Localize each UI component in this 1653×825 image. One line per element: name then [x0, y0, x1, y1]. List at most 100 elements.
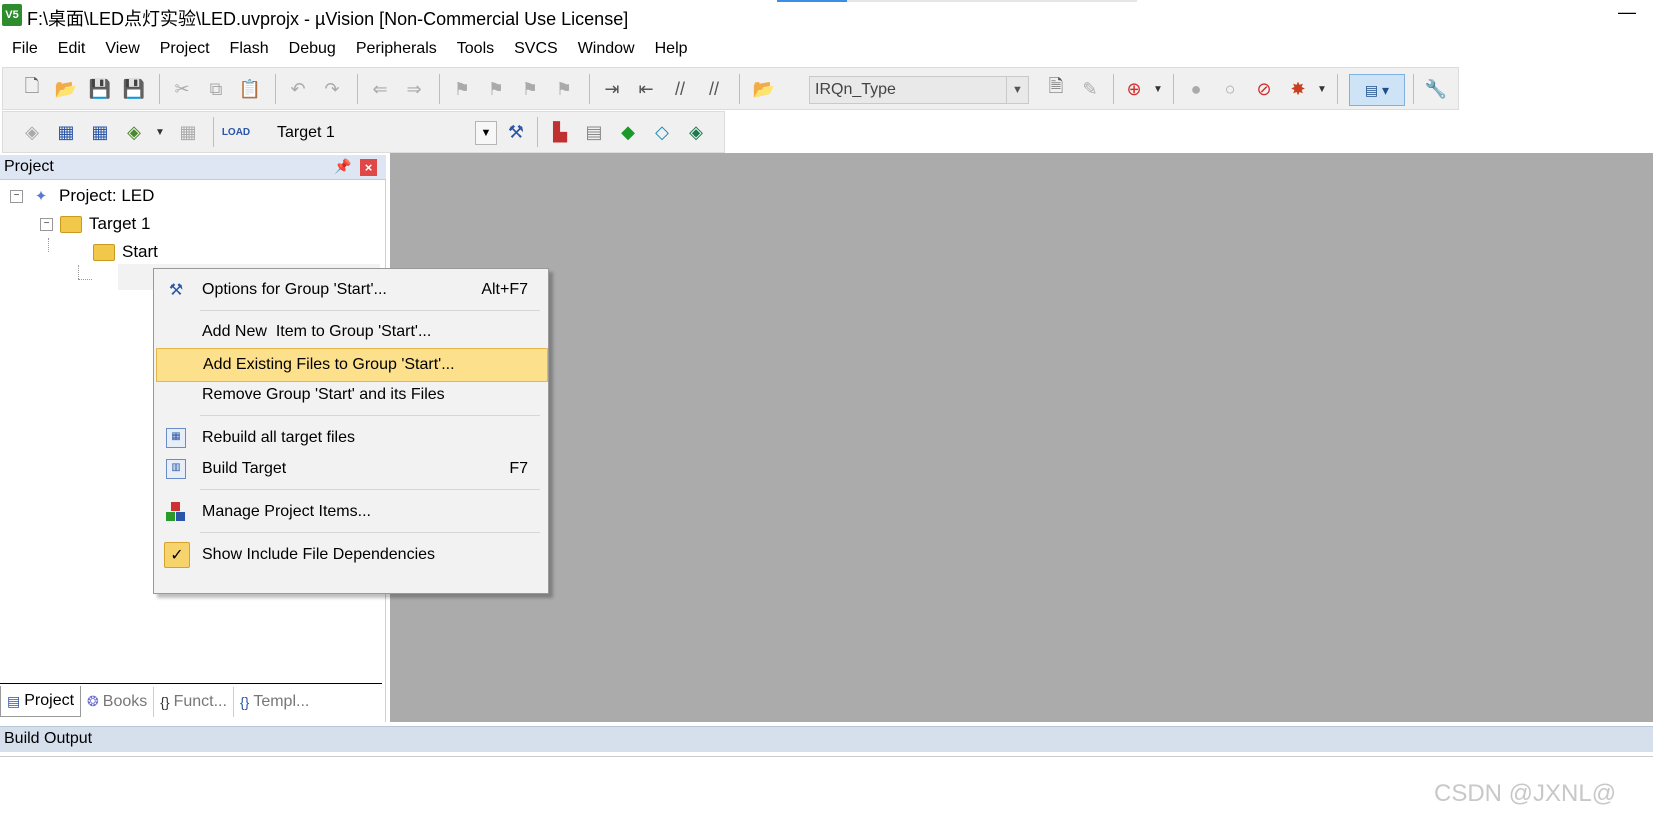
menu-item-remove-group[interactable]: Remove Group 'Start' and its Files	[156, 379, 546, 411]
find-combo-value: IRQn_Type	[815, 81, 896, 98]
debug-session-icon[interactable]: ⊕	[1121, 76, 1147, 102]
target-select[interactable]: Target 1 ▼	[271, 118, 497, 148]
title-bar: V5 F:\桌面\LED点灯实验\LED.uvprojx - µVision […	[0, 0, 1653, 34]
rebuild-icon[interactable]: ▦	[87, 119, 113, 145]
folder-icon	[92, 242, 116, 262]
insert-bookmark-icon[interactable]: ⚑	[449, 76, 475, 102]
incremental-find-icon[interactable]: ✎	[1077, 76, 1103, 102]
find-combo[interactable]: IRQn_Type ▼	[809, 76, 1029, 104]
close-icon[interactable]: ×	[360, 159, 377, 176]
window-layout-icon[interactable]: ▤ ▾	[1349, 74, 1405, 106]
kill-all-breakpoints-icon[interactable]: ✸	[1285, 76, 1311, 102]
redo-icon[interactable]: ↷	[319, 76, 345, 102]
tab-label: Project	[24, 692, 75, 709]
configure-icon[interactable]: 🔧	[1423, 76, 1449, 102]
menu-separator	[200, 489, 540, 490]
menu-item-manage-project-items[interactable]: Manage Project Items...	[156, 496, 546, 528]
manage-rte-icon[interactable]: ◈	[683, 119, 709, 145]
download-load-icon[interactable]: LOAD	[222, 119, 250, 145]
menu-item-show-include-dependencies[interactable]: ✓ Show Include File Dependencies	[156, 539, 546, 571]
tab-label: Books	[102, 692, 148, 710]
menu-item-build-target[interactable]: ▥ Build Target F7	[156, 453, 546, 485]
toolbar-separator	[439, 74, 440, 104]
uncomment-icon[interactable]: //	[701, 76, 727, 102]
menu-help[interactable]: Help	[645, 34, 698, 64]
menu-item-add-new-item[interactable]: Add New Item to Group 'Start'...	[156, 316, 546, 348]
menu-item-label: Remove Group 'Start' and its Files	[202, 386, 445, 403]
chevron-down-icon[interactable]: ▼	[155, 127, 165, 138]
chevron-down-icon[interactable]: ▼	[1317, 84, 1327, 95]
cut-icon[interactable]: ✂	[169, 76, 195, 102]
find-in-files-icon[interactable]: 📂	[751, 76, 777, 102]
unindent-icon[interactable]: ⇤	[633, 76, 659, 102]
books-icon: ❂	[87, 693, 99, 709]
pin-icon[interactable]: 📌	[334, 158, 351, 175]
open-folder-icon[interactable]: 📂	[53, 76, 79, 102]
tab-templates[interactable]: {} Templ...	[234, 687, 315, 717]
templates-icon: {}	[239, 693, 250, 710]
comment-icon[interactable]: //	[667, 76, 693, 102]
menu-item-label: Build Target	[202, 460, 287, 477]
collapse-icon[interactable]: −	[10, 189, 23, 203]
menu-item-rebuild-all[interactable]: ▦ Rebuild all target files	[156, 422, 546, 454]
new-file-icon[interactable]: 🗋	[19, 76, 45, 102]
indent-icon[interactable]: ⇥	[599, 76, 625, 102]
save-icon[interactable]: 💾	[87, 76, 113, 102]
menu-edit[interactable]: Edit	[48, 34, 96, 64]
menu-view[interactable]: View	[95, 34, 149, 64]
build-icon[interactable]: ▦	[53, 119, 79, 145]
file-extensions-icon[interactable]: ▤	[581, 119, 607, 145]
navigate-forward-icon[interactable]: ⇒	[401, 76, 427, 102]
translate-icon[interactable]: ◈	[19, 119, 45, 145]
toolbar-separator	[589, 74, 590, 104]
menu-flash[interactable]: Flash	[220, 34, 279, 64]
pack-installer-icon[interactable]: ◆	[615, 119, 641, 145]
toolbar-separator	[537, 117, 538, 147]
tree-item-group-start[interactable]: Start	[92, 239, 158, 265]
paste-icon[interactable]: 📋	[237, 76, 263, 102]
menu-file[interactable]: File	[2, 34, 48, 64]
stop-build-icon[interactable]: ▦	[175, 119, 201, 145]
title-accent-secondary	[847, 0, 1137, 2]
chevron-down-icon[interactable]: ▼	[475, 121, 497, 145]
breakpoint-icon[interactable]: ●	[1183, 76, 1209, 102]
disable-breakpoint-icon[interactable]: ○	[1217, 76, 1243, 102]
clear-bookmarks-icon[interactable]: ⚑	[551, 76, 577, 102]
menu-svcs[interactable]: SVCS	[504, 34, 568, 64]
build-output-pane[interactable]	[0, 756, 1653, 825]
menu-item-options-for-group[interactable]: ⚒ Options for Group 'Start'... Alt+F7	[156, 274, 546, 306]
select-packs-icon[interactable]: ◇	[649, 119, 675, 145]
menu-separator	[200, 310, 540, 311]
menu-debug[interactable]: Debug	[279, 34, 346, 64]
tree-item-project[interactable]: − ✦ Project: LED	[10, 183, 154, 209]
manage-project-items-icon[interactable]: ▙	[547, 119, 573, 145]
find-icon[interactable]: 🗎	[1043, 76, 1069, 102]
save-all-icon[interactable]: 💾	[121, 76, 147, 102]
collapse-icon[interactable]: −	[40, 217, 53, 231]
tab-books[interactable]: ❂ Books	[81, 686, 155, 717]
previous-bookmark-icon[interactable]: ⚑	[483, 76, 509, 102]
next-bookmark-icon[interactable]: ⚑	[517, 76, 543, 102]
tree-item-label: Target 1	[89, 214, 151, 233]
menu-peripherals[interactable]: Peripherals	[346, 34, 447, 64]
menu-project[interactable]: Project	[150, 34, 220, 64]
target-options-icon[interactable]: ⚒	[503, 119, 529, 145]
chevron-down-icon[interactable]: ▼	[1153, 84, 1163, 95]
tree-item-target[interactable]: − Target 1	[40, 211, 150, 237]
tab-functions[interactable]: {} Funct...	[154, 686, 234, 717]
editor-area[interactable]	[390, 153, 1653, 722]
tab-project[interactable]: ▤ Project	[0, 686, 82, 717]
title-accent	[777, 0, 847, 2]
tree-connector	[78, 279, 92, 280]
build-output-title: Build Output	[4, 730, 93, 747]
copy-icon[interactable]: ⧉	[203, 76, 229, 102]
chevron-down-icon[interactable]: ▼	[1006, 77, 1028, 103]
disable-all-breakpoints-icon[interactable]: ⊘	[1251, 76, 1277, 102]
batch-build-icon[interactable]: ◈	[121, 119, 147, 145]
minimize-button[interactable]: —	[1612, 2, 1642, 30]
navigate-back-icon[interactable]: ⇐	[367, 76, 393, 102]
undo-icon[interactable]: ↶	[285, 76, 311, 102]
menu-tools[interactable]: Tools	[447, 34, 504, 64]
menu-item-add-existing-files[interactable]: Add Existing Files to Group 'Start'...	[156, 348, 548, 382]
menu-window[interactable]: Window	[568, 34, 645, 64]
